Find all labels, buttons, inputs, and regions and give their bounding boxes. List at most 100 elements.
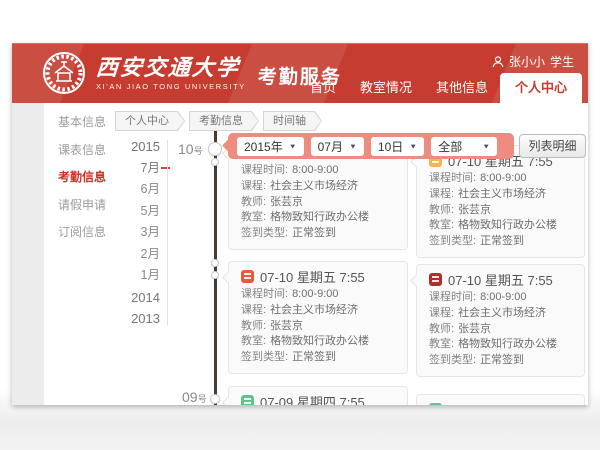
user-icon (492, 56, 504, 68)
user-info[interactable]: 张小小 学生 (492, 53, 574, 70)
field-value: 8:00-9:00 (480, 171, 526, 187)
timeline-nav-2013[interactable]: 2013 (108, 308, 160, 330)
field-value: 8:00-9:00 (292, 163, 338, 179)
attendance-card[interactable]: 07-10 星期五 7:55课程时间:8:00-9:00课程:社会主义市场经济教… (416, 264, 585, 377)
field-label: 课程: (241, 179, 266, 195)
scope-select[interactable]: 全部 (431, 137, 497, 156)
timeline-node (210, 394, 220, 404)
nav-item-个人中心[interactable]: 个人中心 (500, 73, 582, 103)
timeline-nav-7月[interactable]: 7月 (108, 158, 160, 180)
card-field: 教师:张芸京 (241, 195, 395, 211)
attendance-card[interactable]: 07-09 星期四 7:55 (228, 386, 408, 405)
field-value: 正常签到 (292, 350, 336, 366)
field-label: 教师: (241, 319, 266, 335)
card-field: 教师:张芸京 (241, 319, 395, 335)
card-field: 课程时间:8:00-9:00 (241, 287, 395, 303)
timeline-nav-5月[interactable]: 5月 (108, 201, 160, 223)
attendance-card[interactable]: 07-10 星期五 7:55课程时间:8:00-9:00课程:社会主义市场经济教… (416, 145, 585, 258)
sidebar-item-基本信息[interactable]: 基本信息 (44, 109, 124, 137)
month-select[interactable]: 07月 (311, 137, 364, 156)
month-divider (167, 140, 168, 326)
university-name-en: XI'AN JIAO TONG UNIVERSITY (96, 82, 246, 91)
brand: 西安交通大学 XI'AN JIAO TONG UNIVERSITY 考勤服务 (42, 51, 342, 95)
card-header (429, 400, 572, 405)
user-name: 张小小 (509, 53, 545, 70)
card-field: 课程:社会主义市场经济 (241, 179, 395, 195)
card-field: 签到类型:正常签到 (429, 234, 572, 250)
attendance-card[interactable] (416, 394, 585, 405)
field-value: 社会主义市场经济 (270, 303, 358, 319)
field-label: 签到类型: (429, 234, 476, 250)
timeline-day-label-top: 10号 (178, 141, 203, 159)
timeline-node (211, 158, 219, 166)
sidebar-rail (12, 103, 44, 405)
card-field: 教室:格物致知行政办公楼 (241, 334, 395, 350)
field-label: 课程: (241, 303, 266, 319)
field-label: 教室: (241, 334, 266, 350)
timeline-node (211, 271, 219, 279)
main-nav: 首页教室情况其他信息个人中心 (298, 73, 582, 103)
field-value: 8:00-9:00 (292, 287, 338, 303)
year-select[interactable]: 2015年 (237, 137, 304, 156)
day-number: 09 (182, 389, 198, 405)
timeline-nav-2015[interactable]: 2015 (108, 136, 160, 158)
field-value: 社会主义市场经济 (458, 187, 546, 203)
card-field: 课程:社会主义市场经济 (429, 306, 572, 322)
field-label: 教室: (429, 218, 454, 234)
card-field: 课程时间:8:00-9:00 (429, 171, 572, 187)
calendar-icon (429, 403, 442, 406)
nav-item-首页[interactable]: 首页 (298, 73, 348, 103)
field-value: 正常签到 (292, 226, 336, 242)
field-value: 正常签到 (480, 353, 524, 369)
card-header: 07-10 星期五 7:55 (429, 270, 572, 288)
timeline-nav-6月[interactable]: 6月 (108, 179, 160, 201)
timeline-day-label-bottom: 09号 (182, 389, 207, 405)
calendar-icon (429, 273, 442, 286)
timeline-nav-2月[interactable]: 2月 (108, 244, 160, 266)
field-label: 教室: (429, 337, 454, 353)
university-name-cn: 西安交通大学 (95, 56, 247, 80)
timeline-nav-3月[interactable]: 3月 (108, 222, 160, 244)
card-field: 签到类型:正常签到 (429, 353, 572, 369)
attendance-card[interactable]: 07-10 星期五 7:55课程时间:8:00-9:00课程:社会主义市场经济教… (228, 261, 408, 374)
field-label: 课程时间: (241, 163, 288, 179)
card-field: 教室:格物致知行政办公楼 (241, 210, 395, 226)
field-value: 格物致知行政办公楼 (458, 218, 557, 234)
field-label: 签到类型: (241, 350, 288, 366)
card-field: 教师:张芸京 (429, 322, 572, 338)
list-detail-button[interactable]: 列表明细 (519, 134, 586, 158)
timeline-nav-1月[interactable]: 1月 (108, 265, 160, 287)
filter-bar: 2015年 07月 10日 全部 (228, 133, 514, 159)
card-date: 07-10 星期五 7:55 (260, 267, 365, 286)
field-label: 课程: (429, 306, 454, 322)
field-label: 签到类型: (241, 226, 288, 242)
field-label: 课程时间: (429, 290, 476, 306)
field-label: 教师: (241, 195, 266, 211)
breadcrumb-item-考勤信息[interactable]: 考勤信息 (189, 111, 259, 131)
nav-item-教室情况[interactable]: 教室情况 (348, 73, 424, 103)
university-logo-icon (42, 51, 86, 95)
field-label: 课程时间: (429, 171, 476, 187)
day-select[interactable]: 10日 (371, 137, 424, 156)
user-role: 学生 (550, 53, 574, 70)
breadcrumb: 个人中心考勤信息时间轴 (115, 111, 326, 131)
app-window: 西安交通大学 XI'AN JIAO TONG UNIVERSITY 考勤服务 张… (12, 43, 588, 405)
field-label: 教师: (429, 203, 454, 219)
breadcrumb-item-时间轴[interactable]: 时间轴 (263, 111, 322, 131)
nav-item-其他信息[interactable]: 其他信息 (424, 73, 500, 103)
timeline-axis (214, 131, 217, 405)
field-label: 课程时间: (241, 287, 288, 303)
card-field: 签到类型:正常签到 (241, 226, 395, 242)
timeline-node (211, 259, 219, 267)
card-field: 课程:社会主义市场经济 (429, 187, 572, 203)
card-field: 课程时间:8:00-9:00 (241, 163, 395, 179)
timeline-month-nav: 20157月6月5月3月2月1月20142013 (108, 136, 160, 330)
field-value: 张芸京 (270, 319, 303, 335)
field-value: 格物致知行政办公楼 (270, 210, 369, 226)
breadcrumb-item-个人中心[interactable]: 个人中心 (115, 111, 185, 131)
field-label: 教师: (429, 322, 454, 338)
crumb-label: 考勤信息 (189, 111, 259, 131)
timeline-nav-2014[interactable]: 2014 (108, 287, 160, 309)
timeline-node (208, 142, 222, 156)
app-header: 西安交通大学 XI'AN JIAO TONG UNIVERSITY 考勤服务 张… (12, 43, 588, 103)
